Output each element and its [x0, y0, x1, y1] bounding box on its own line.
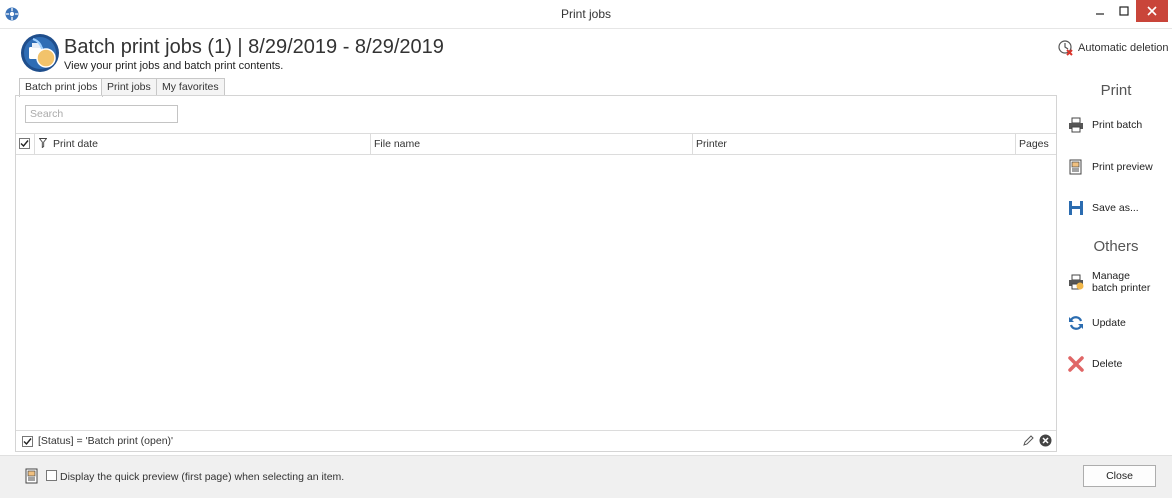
checkmark-icon: [23, 438, 32, 446]
column-header-printer[interactable]: Printer: [696, 134, 727, 154]
delete-label: Delete: [1092, 358, 1123, 370]
column-header-file-name[interactable]: File name: [374, 134, 420, 154]
save-icon: [1069, 201, 1083, 215]
footer-bar: Display the quick preview (first page) w…: [0, 455, 1172, 498]
manage-batch-printer-line2: batch printer: [1092, 282, 1151, 294]
edit-filter-icon[interactable]: [1022, 435, 1034, 447]
delete-button[interactable]: Delete: [1068, 356, 1122, 372]
page-title: Batch print jobs (1) | 8/29/2019 - 8/29/…: [64, 36, 444, 58]
quick-preview-label: Display the quick preview (first page) w…: [60, 471, 345, 483]
page-subtitle: View your print jobs and batch print con…: [64, 60, 284, 72]
maximize-icon: [1119, 6, 1129, 16]
others-section-title: Others: [1093, 238, 1139, 255]
filter-bar: [Status] = 'Batch print (open)': [16, 430, 1056, 451]
automatic-deletion-icon: [1058, 40, 1073, 56]
manage-batch-printer-label: Manage batch printer: [1092, 270, 1150, 294]
print-preview-icon: [1069, 159, 1082, 175]
window-close-button[interactable]: [1136, 0, 1168, 22]
manage-batch-printer-line1: Manage: [1092, 270, 1130, 282]
minimize-button[interactable]: [1088, 0, 1112, 22]
batch-print-logo-icon: [21, 34, 59, 72]
quick-preview-checkbox[interactable]: [46, 470, 57, 481]
refresh-icon: [1069, 316, 1083, 330]
print-batch-button[interactable]: Print batch: [1068, 117, 1142, 133]
close-button[interactable]: Close: [1083, 465, 1156, 487]
save-as-label: Save as...: [1092, 202, 1139, 214]
column-header-print-date[interactable]: Print date: [53, 134, 98, 154]
select-all-checkbox[interactable]: [19, 138, 30, 149]
checkmark-icon: [20, 140, 29, 148]
filter-enabled-checkbox[interactable]: [22, 436, 33, 447]
column-divider: [370, 134, 371, 154]
print-preview-label: Print preview: [1092, 161, 1153, 173]
update-button[interactable]: Update: [1068, 315, 1126, 331]
grid-header: Print date File name Printer Pages: [16, 133, 1056, 155]
close-icon: [1147, 6, 1157, 16]
maximize-button[interactable]: [1112, 0, 1136, 22]
tab-my-favorites[interactable]: My favorites: [156, 78, 225, 96]
search-input[interactable]: [25, 105, 178, 123]
window-title: Print jobs: [560, 7, 612, 21]
print-section-title: Print: [1100, 82, 1132, 99]
filter-expression[interactable]: [Status] = 'Batch print (open)': [38, 435, 173, 447]
batch-printer-icon: [1069, 274, 1084, 290]
tab-print-jobs[interactable]: Print jobs: [101, 78, 157, 96]
update-label: Update: [1092, 317, 1126, 329]
save-as-button[interactable]: Save as...: [1068, 200, 1139, 216]
delete-icon: [1068, 356, 1084, 372]
manage-batch-printer-button[interactable]: Manage batch printer: [1068, 270, 1150, 294]
minimize-icon: [1096, 13, 1104, 15]
title-bar: Print jobs: [0, 0, 1172, 29]
column-divider: [34, 134, 35, 154]
quick-preview-icon: [25, 468, 38, 484]
clear-filter-icon[interactable]: [1039, 434, 1052, 447]
column-divider: [1015, 134, 1016, 154]
automatic-deletion-link[interactable]: Automatic deletion: [1058, 40, 1169, 56]
column-header-pages[interactable]: Pages: [1019, 134, 1049, 154]
grid-body[interactable]: [17, 156, 1055, 429]
print-batch-label: Print batch: [1092, 119, 1143, 131]
automatic-deletion-label: Automatic deletion: [1078, 42, 1169, 54]
filter-icon[interactable]: [39, 138, 47, 148]
print-preview-button[interactable]: Print preview: [1068, 159, 1153, 175]
printer-icon: [1069, 117, 1083, 133]
column-divider: [692, 134, 693, 154]
